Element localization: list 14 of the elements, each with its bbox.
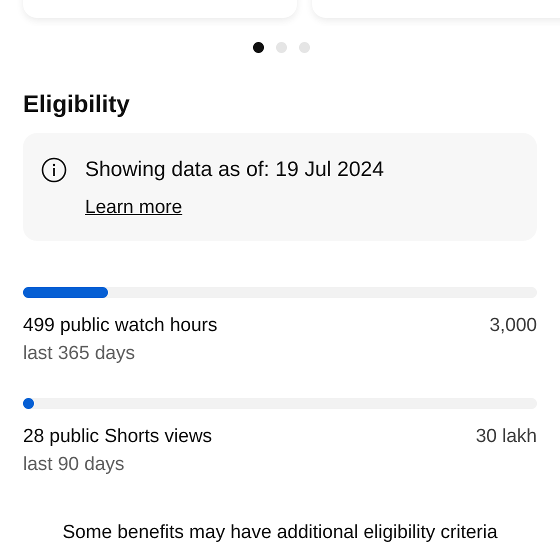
- page-indicator-dot[interactable]: [298, 42, 310, 53]
- metric-target: 3,000: [489, 314, 537, 338]
- notice-text: Showing data as of: 19 Jul 2024: [85, 157, 385, 183]
- metric-period: last 365 days: [23, 342, 135, 366]
- page-indicator-dot[interactable]: [276, 42, 286, 53]
- section-title: Eligibility: [23, 91, 131, 119]
- metric-target: 30 lakh: [476, 425, 537, 449]
- metric-period: last 90 days: [23, 453, 124, 477]
- info-icon: [41, 157, 67, 183]
- page-indicator-dot[interactable]: [252, 42, 264, 53]
- learn-more-link[interactable]: Learn more: [85, 197, 182, 219]
- metric-label: 28 public Shorts views: [23, 425, 212, 449]
- footer-note: Some benefits may have additional eligibility criteria: [61, 521, 499, 545]
- metric-label: 499 public watch hours: [23, 314, 218, 338]
